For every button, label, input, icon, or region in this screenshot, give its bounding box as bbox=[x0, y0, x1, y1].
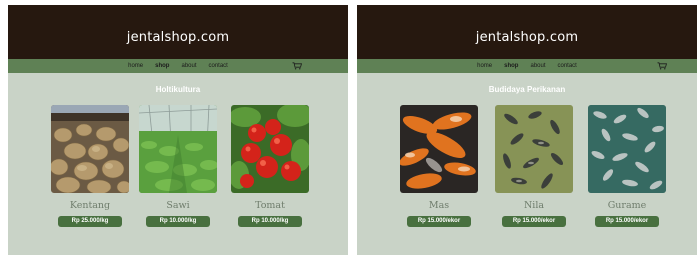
nav-home[interactable]: home bbox=[477, 63, 492, 69]
product-image-tomatoes[interactable] bbox=[231, 105, 309, 193]
product-image-koi-fish[interactable] bbox=[400, 105, 478, 193]
product-name[interactable]: Nila bbox=[495, 200, 573, 211]
product-name[interactable]: Gurame bbox=[588, 200, 666, 211]
price-badge: Rp 15.000/ekor bbox=[407, 216, 471, 227]
site-title[interactable]: jentalshop.com bbox=[476, 30, 578, 45]
shop-panel-perikanan: jentalshop.com home shop about contact B… bbox=[357, 5, 697, 255]
cart-icon[interactable] bbox=[292, 62, 302, 70]
product-card-kentang[interactable]: Kentang Rp 25.000/kg bbox=[51, 105, 129, 227]
price-badge: Rp 10.000/kg bbox=[238, 216, 302, 227]
product-image-gourami[interactable] bbox=[588, 105, 666, 193]
site-header: jentalshop.com bbox=[8, 5, 348, 59]
product-image-mustard-greens[interactable] bbox=[139, 105, 217, 193]
site-header: jentalshop.com bbox=[357, 5, 697, 59]
product-card-sawi[interactable]: Sawi Rp 10.000/kg bbox=[139, 105, 217, 227]
nav-about[interactable]: about bbox=[181, 63, 196, 69]
product-name[interactable]: Kentang bbox=[51, 200, 129, 211]
nav-contact[interactable]: contact bbox=[558, 63, 577, 69]
nav-bar: home shop about contact bbox=[8, 59, 348, 73]
product-name[interactable]: Sawi bbox=[139, 200, 217, 211]
section-title: Holtikultura bbox=[155, 85, 201, 94]
nav-contact[interactable]: contact bbox=[209, 63, 228, 69]
price-badge: Rp 15.000/ekor bbox=[502, 216, 566, 227]
product-image-tilapia[interactable] bbox=[495, 105, 573, 193]
product-card-tomat[interactable]: Tomat Rp 10.000/kg bbox=[231, 105, 309, 227]
price-badge: Rp 25.000/kg bbox=[58, 216, 122, 227]
shop-panel-holtikultura: jentalshop.com home shop about contact H… bbox=[8, 5, 348, 255]
nav-about[interactable]: about bbox=[530, 63, 545, 69]
nav-home[interactable]: home bbox=[128, 63, 143, 69]
nav-shop[interactable]: shop bbox=[504, 63, 518, 69]
section-title: Budidaya Perikanan bbox=[488, 85, 566, 94]
price-badge: Rp 15.000/ekor bbox=[595, 216, 659, 227]
price-badge: Rp 10.000/kg bbox=[146, 216, 210, 227]
product-card-gurame[interactable]: Gurame Rp 15.000/ekor bbox=[588, 105, 666, 227]
nav-shop[interactable]: shop bbox=[155, 63, 169, 69]
nav-bar: home shop about contact bbox=[357, 59, 697, 73]
product-name[interactable]: Mas bbox=[400, 200, 478, 211]
product-image-potatoes[interactable] bbox=[51, 105, 129, 193]
cart-icon[interactable] bbox=[657, 62, 667, 70]
product-name[interactable]: Tomat bbox=[231, 200, 309, 211]
site-title[interactable]: jentalshop.com bbox=[127, 30, 229, 45]
product-card-nila[interactable]: Nila Rp 15.000/ekor bbox=[495, 105, 573, 227]
product-card-mas[interactable]: Mas Rp 15.000/ekor bbox=[400, 105, 478, 227]
